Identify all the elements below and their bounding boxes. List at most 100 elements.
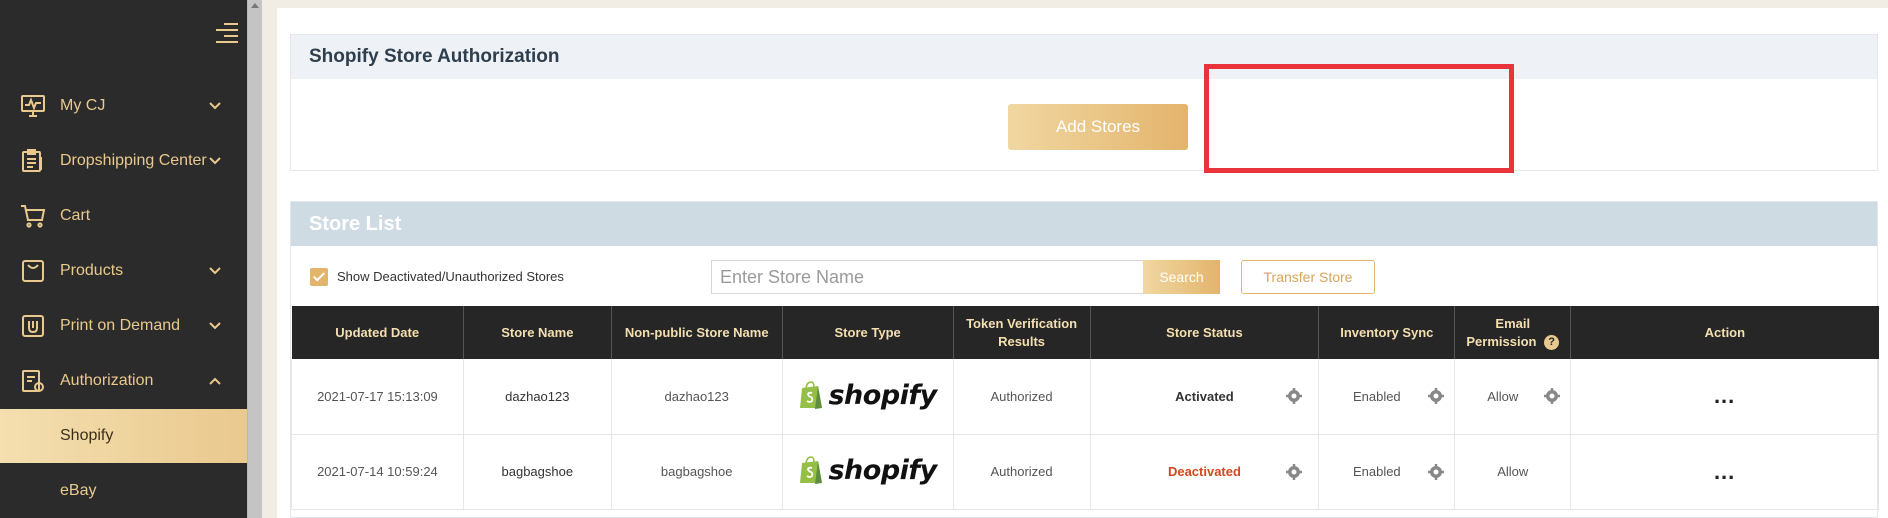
- header-line: Token Verification: [966, 315, 1078, 331]
- sidebar-item-label: Shopify: [60, 427, 114, 444]
- sidebar-item-my-cj[interactable]: My CJ: [0, 79, 247, 133]
- store-status-text: Activated: [1175, 388, 1234, 404]
- shopify-bag-icon: [800, 381, 823, 409]
- cell-store-status: Activated: [1090, 359, 1320, 434]
- sidebar-item-ebay[interactable]: eBay: [0, 464, 247, 518]
- sidebar-scrollbar[interactable]: [247, 0, 262, 518]
- gear-icon[interactable]: [1428, 388, 1445, 405]
- column-header-store-name[interactable]: Store Name: [463, 306, 612, 359]
- cart-icon: [21, 205, 46, 228]
- cell-email-permission: Allow: [1454, 359, 1572, 434]
- sidebar-item-label: My CJ: [60, 97, 106, 114]
- cell-token-result: Authorized: [953, 434, 1091, 509]
- menu-collapse-icon[interactable]: [216, 22, 238, 43]
- sidebar-item-label: Print on Demand: [60, 317, 181, 334]
- cell-store-type: shopify: [782, 434, 954, 509]
- help-icon[interactable]: ?: [1544, 334, 1560, 350]
- sidebar-item-authorization[interactable]: Authorization: [0, 354, 247, 408]
- sidebar-item-cart[interactable]: Cart: [0, 189, 247, 243]
- shopify-bag-icon: [800, 456, 823, 485]
- cell-non-public-name: bagbagshoe: [611, 434, 783, 509]
- authorization-icon: [22, 370, 44, 392]
- shopify-logo: shopify: [798, 454, 937, 486]
- sidebar-item-shopify[interactable]: Shopify: [0, 409, 247, 463]
- column-header-updated-date[interactable]: Updated Date: [291, 306, 464, 359]
- sidebar-item-dropshipping-center[interactable]: Dropshipping Center: [0, 134, 247, 188]
- table-row: 2021-07-17 15:13:09 dazhao123 dazhao123 …: [291, 359, 1879, 434]
- panel-title: Shopify Store Authorization: [309, 46, 560, 67]
- header-line: Results: [998, 333, 1046, 349]
- shopify-wordmark: shopify: [828, 454, 937, 486]
- column-header-email-permission[interactable]: Email Permission ?: [1454, 306, 1572, 359]
- table-header-row: Updated Date Store Name Non-public Store…: [291, 306, 1879, 359]
- cell-inventory-sync: Enabled: [1318, 359, 1456, 434]
- scroll-up-arrow-icon[interactable]: [251, 3, 259, 8]
- store-list-toolbar: Show Deactivated/Unauthorized Stores Sea…: [291, 246, 1879, 306]
- gear-icon[interactable]: [1428, 463, 1445, 480]
- add-stores-button[interactable]: Add Stores: [1008, 104, 1188, 150]
- cell-store-name: dazhao123: [463, 359, 612, 434]
- shopify-wordmark: shopify: [828, 379, 937, 411]
- more-actions-icon[interactable]: ...: [1714, 383, 1735, 408]
- header-line: Permission: [1466, 333, 1537, 349]
- chevron-down-icon: [209, 267, 221, 275]
- shopify-authorization-panel: Shopify Store Authorization Add Stores: [290, 34, 1878, 171]
- table-row: 2021-07-14 10:59:24 bagbagshoe bagbagsho…: [291, 434, 1879, 509]
- sidebar-item-print-on-demand[interactable]: Print on Demand: [0, 299, 247, 353]
- monitor-chart-icon: [21, 95, 45, 117]
- column-header-store-status[interactable]: Store Status: [1090, 306, 1320, 359]
- cell-action: ...: [1570, 359, 1879, 434]
- cell-inventory-sync: Enabled: [1318, 434, 1456, 509]
- sidebar-item-label: eBay: [60, 482, 97, 499]
- more-actions-icon[interactable]: ...: [1714, 459, 1735, 484]
- box-icon: [22, 260, 44, 282]
- inventory-sync-text: Enabled: [1352, 388, 1401, 404]
- sidebar: My CJ Dropshipping Center Cart Products: [0, 0, 247, 518]
- sidebar-item-label: Dropshipping Center: [60, 152, 207, 169]
- chevron-down-icon: [209, 322, 221, 330]
- cell-non-public-name: dazhao123: [611, 359, 783, 434]
- panel-title: Store List: [309, 212, 402, 235]
- column-header-store-type[interactable]: Store Type: [782, 306, 954, 359]
- cell-email-permission: Allow: [1454, 434, 1572, 509]
- store-table: Updated Date Store Name Non-public Store…: [291, 306, 1879, 510]
- inventory-sync-text: Enabled: [1352, 464, 1401, 479]
- email-permission-text: Allow: [1497, 464, 1529, 479]
- panel-header: Store List: [291, 202, 1877, 246]
- search-button[interactable]: Search: [1143, 260, 1220, 294]
- store-list-panel: Store List Show Deactivated/Unauthorized…: [290, 201, 1879, 518]
- column-header-inventory-sync[interactable]: Inventory Sync: [1318, 306, 1456, 359]
- chevron-up-icon: [209, 377, 221, 385]
- column-header-non-public-name[interactable]: Non-public Store Name: [611, 306, 783, 359]
- store-status-text: Deactivated: [1167, 464, 1241, 479]
- gear-icon[interactable]: [1544, 388, 1561, 405]
- column-header-token-verification[interactable]: Token Verification Results: [953, 306, 1091, 359]
- page-gutter: [262, 0, 277, 518]
- cell-token-result: Authorized: [953, 359, 1091, 434]
- cell-updated-date: 2021-07-14 10:59:24: [291, 434, 464, 509]
- chevron-down-icon: [209, 157, 221, 165]
- column-header-action: Action: [1704, 324, 1746, 340]
- cell-store-name: bagbagshoe: [463, 434, 612, 509]
- print-on-demand-icon: [22, 315, 44, 337]
- shopify-logo: shopify: [798, 379, 937, 411]
- chevron-down-icon: [209, 102, 221, 110]
- sidebar-item-label: Authorization: [60, 372, 154, 389]
- email-permission-text: Allow: [1487, 388, 1519, 404]
- gear-icon[interactable]: [1286, 463, 1303, 480]
- show-deactivated-label: Show Deactivated/Unauthorized Stores: [337, 269, 564, 284]
- cell-store-status: Deactivated: [1090, 434, 1320, 509]
- show-deactivated-checkbox[interactable]: [310, 268, 328, 286]
- top-divider: [277, 0, 1888, 8]
- store-search-input[interactable]: [711, 260, 1143, 294]
- transfer-store-button[interactable]: Transfer Store: [1241, 260, 1375, 294]
- sidebar-item-products[interactable]: Products: [0, 244, 247, 298]
- clipboard-icon: [22, 149, 42, 172]
- header-line: Email: [1495, 315, 1531, 331]
- cell-updated-date: 2021-07-17 15:13:09: [291, 359, 464, 434]
- cell-store-type: shopify: [782, 359, 954, 434]
- cell-action: ...: [1570, 434, 1879, 509]
- sidebar-item-label: Cart: [60, 207, 91, 224]
- gear-icon[interactable]: [1286, 388, 1303, 405]
- panel-header: Shopify Store Authorization: [291, 35, 1877, 79]
